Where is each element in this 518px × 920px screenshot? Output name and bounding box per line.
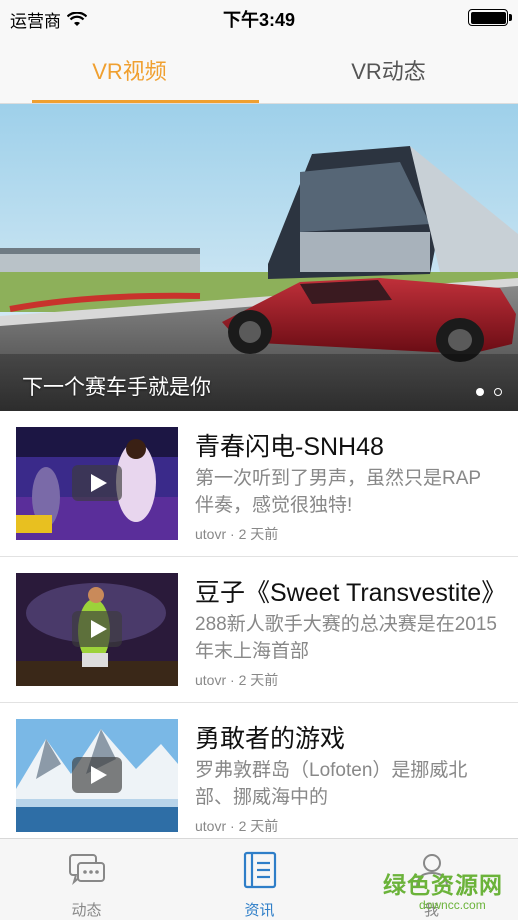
item-meta: utovr · 2 天前	[195, 526, 279, 542]
clock: 下午3:49	[222, 10, 296, 30]
tab-activity[interactable]: 动态	[0, 839, 173, 920]
list-item[interactable]: 青春闪电-SNH48 第一次听到了男声，虽然只是RAP伴奏，感觉很独特! uto…	[0, 411, 518, 557]
item-title: 豆子《Sweet Transvestite》	[195, 579, 507, 607]
carousel-page-dots	[476, 388, 502, 396]
video-thumbnail	[16, 573, 178, 686]
watermark-text: 绿色资源网	[383, 872, 503, 898]
play-icon	[72, 465, 122, 501]
item-description: 罗弗敦群岛（Lofoten）是挪威北部、挪威海中的	[195, 760, 468, 808]
tab-vr-news[interactable]: VR动态	[259, 36, 518, 104]
list-item[interactable]: 豆子《Sweet Transvestite》 288新人歌手大赛的总决赛是在20…	[0, 557, 518, 703]
video-feed-list: 青春闪电-SNH48 第一次听到了男声，虽然只是RAP伴奏，感觉很独特! uto…	[0, 411, 518, 849]
tab-vr-video[interactable]: VR视频	[0, 36, 259, 104]
watermark-url: downcc.com	[419, 898, 486, 912]
banner-image	[0, 104, 518, 411]
tab-news[interactable]: 资讯	[173, 839, 346, 920]
news-list-icon	[243, 851, 277, 889]
page-dot[interactable]	[494, 388, 502, 396]
item-meta: utovr · 2 天前	[195, 672, 279, 688]
banner-carousel[interactable]: 下一个赛车手就是你	[0, 104, 518, 411]
banner-caption: 下一个赛车手就是你	[22, 376, 211, 399]
item-description: 第一次听到了男声，虽然只是RAP伴奏，感觉很独特!	[195, 468, 482, 516]
tab-label: 动态	[71, 902, 102, 919]
watermark-logo: 绿色资源网 downcc.com	[383, 866, 513, 916]
item-description: 288新人歌手大赛的总决赛是在2015年末上海首部	[195, 614, 497, 662]
play-icon	[72, 611, 122, 647]
chat-bubbles-icon	[69, 854, 105, 885]
item-meta: utovr · 2 天前	[195, 818, 279, 834]
top-tab-bar: VR视频 VR动态	[0, 36, 518, 104]
page-dot-active[interactable]	[476, 388, 484, 396]
status-bar: 运营商 下午3:49	[0, 0, 518, 36]
list-item[interactable]: 勇敢者的游戏 罗弗敦群岛（Lofoten）是挪威北部、挪威海中的 utovr ·…	[0, 703, 518, 849]
video-thumbnail	[16, 719, 178, 832]
item-title: 青春闪电-SNH48	[195, 433, 384, 461]
play-icon	[72, 757, 122, 793]
tab-label: 资讯	[244, 902, 275, 919]
video-thumbnail	[16, 427, 178, 540]
battery-icon	[468, 9, 512, 26]
active-tab-indicator	[32, 100, 259, 103]
item-title: 勇敢者的游戏	[195, 725, 346, 753]
